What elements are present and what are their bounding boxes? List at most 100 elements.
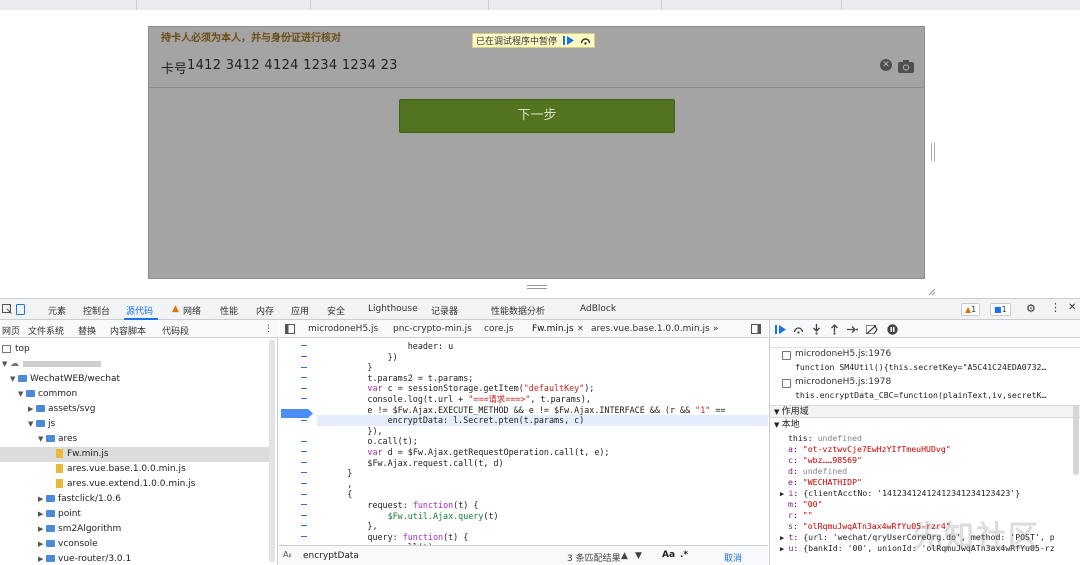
device-toolbar-icon[interactable] [16, 304, 25, 318]
tab-adblock[interactable]: AdBlock [580, 304, 616, 314]
inspect-icon[interactable] [2, 304, 12, 317]
next-step-button[interactable]: 下一步 [399, 99, 675, 133]
tree-item-ares-vue-base[interactable]: ares.vue.base.1.0.0.min.js [0, 462, 270, 477]
code-line: }), [317, 425, 383, 436]
pause-on-exceptions-icon[interactable] [886, 323, 898, 335]
close-icon[interactable]: ✕ [1068, 302, 1076, 313]
scope-var-d[interactable]: d: undefined [788, 466, 847, 477]
breakpoint-checkbox[interactable] [782, 351, 791, 360]
more-tabs-icon[interactable]: » [713, 324, 719, 334]
tree-item-fastclick[interactable]: ▶ fastclick/1.0.6 [0, 492, 270, 507]
more-options-icon[interactable]: ⋮ [1050, 301, 1061, 314]
scope-var-e[interactable]: e: "WECHATHIDP" [788, 477, 862, 488]
tab-memory[interactable]: 内存 [256, 304, 274, 317]
toggle-navigator-icon[interactable] [285, 324, 295, 337]
tree-item-ares[interactable]: ▼ ares [0, 432, 270, 447]
code-line: { [317, 489, 353, 500]
debugger-scrollbar[interactable] [1073, 405, 1079, 475]
more-options-icon[interactable]: ⋮ [264, 324, 273, 334]
tab-network[interactable]: 网络 [183, 304, 201, 317]
tab-application[interactable]: 应用 [291, 304, 309, 317]
tree-item-origin[interactable]: ▼ ☁ [0, 357, 270, 372]
scope-var-r[interactable]: r: "" [788, 510, 813, 521]
toggle-debugger-icon[interactable] [751, 324, 761, 337]
clear-icon[interactable]: ✕ [880, 59, 892, 71]
cancel-search-button[interactable]: 取消 [724, 551, 742, 564]
tab-console[interactable]: 控制台 [83, 304, 110, 317]
viewport-resize-handle[interactable] [931, 143, 935, 161]
tree-item-point[interactable]: ▶ point [0, 507, 270, 522]
message-icon: ■ [994, 305, 1002, 314]
tab-security[interactable]: 安全 [327, 304, 345, 317]
tab-performance[interactable]: 性能 [220, 304, 238, 317]
tree-item-sm2algorithm[interactable]: ▶ sm2Algorithm [0, 522, 270, 537]
match-case-button[interactable]: Aa [662, 550, 675, 560]
step-icon[interactable] [846, 323, 858, 335]
settings-gear-icon[interactable]: ⚙ [1026, 302, 1036, 315]
editor-tab-pnc-crypto[interactable]: pnc-crypto-min.js [393, 324, 472, 334]
editor-tab-fw-min[interactable]: Fw.min.js [532, 324, 574, 334]
step-over-icon[interactable] [792, 323, 804, 335]
nav-tab-filesystem[interactable]: 文件系统 [28, 324, 64, 337]
info-count-badge[interactable]: ■1 [990, 303, 1011, 316]
line-gutter[interactable] [279, 339, 313, 545]
editor-tab-microdoneh5[interactable]: microdoneH5.js [308, 324, 378, 334]
card-number-row[interactable]: 卡号 1412 3412 4124 1234 1234 23 ✕ [149, 51, 924, 88]
tree-item-top[interactable]: top [0, 342, 270, 357]
tree-item-vue-router[interactable]: ▶ vue-router/3.0.1 [0, 552, 270, 565]
resize-corner-icon[interactable] [928, 281, 936, 296]
search-input[interactable] [303, 549, 563, 563]
breakpoint-item[interactable]: microdoneH5.js:1978 this.encryptData_CBC… [770, 376, 1080, 404]
replace-toggle-icon[interactable]: Aᵦ [283, 550, 292, 559]
nav-tab-page[interactable]: 网页 [2, 324, 20, 337]
breakpoint-checkbox[interactable] [782, 379, 791, 388]
regex-button[interactable]: .* [680, 550, 688, 560]
source-code[interactable]: header: u }) } t.params2 = t.params; var… [317, 339, 768, 545]
step-over-icon[interactable] [579, 36, 591, 46]
scope-var-this[interactable]: this: undefined [788, 433, 862, 444]
nav-tab-overrides[interactable]: 替换 [78, 324, 96, 337]
nav-tab-content-scripts[interactable]: 内容脚本 [110, 324, 146, 337]
deactivate-breakpoints-icon[interactable] [866, 323, 878, 335]
tree-item-vconsole[interactable]: ▶ vconsole [0, 537, 270, 552]
expand-arrow-icon: ▼ [2, 360, 8, 368]
scope-var-i[interactable]: ▶ i: {clientAcctNo: '1412341241241234123… [780, 488, 1020, 499]
breakpoint-item[interactable]: microdoneH5.js:1976 function SM4Util(){t… [770, 348, 1080, 376]
next-match-icon[interactable]: ▼ [635, 551, 642, 561]
code-editor: microdoneH5.js pnc-crypto-min.js core.js… [279, 320, 768, 565]
tree-item-js[interactable]: ▼ js [0, 417, 270, 432]
scope-var-a[interactable]: a: "ot-vztwvCje7EwHzYIfTmeuHUDvg" [788, 444, 951, 455]
tab-lighthouse[interactable]: Lighthouse [368, 304, 418, 314]
folder-icon [46, 510, 55, 517]
expand-arrow-icon: ▼ [38, 435, 44, 443]
resume-icon[interactable] [774, 323, 786, 335]
camera-icon[interactable] [898, 58, 914, 73]
tree-item-assets-svg[interactable]: ▶ assets/svg [0, 402, 270, 417]
close-tab-icon[interactable]: ✕ [577, 324, 584, 333]
scope-var-m[interactable]: m: "00" [788, 499, 823, 510]
previous-match-icon[interactable]: ▲ [621, 551, 628, 561]
tree-item-ares-vue-extend[interactable]: ares.vue.extend.1.0.0.min.js [0, 477, 270, 492]
card-number-input[interactable]: 1412 3412 4124 1234 1234 23 [187, 58, 398, 73]
local-scope-header[interactable]: ▼ 本地 [774, 420, 800, 431]
editor-tab-core[interactable]: core.js [484, 324, 514, 334]
tab-elements[interactable]: 元素 [48, 304, 66, 317]
scope-var-c[interactable]: c: "wbz……98569" [788, 455, 862, 466]
tree-item-fw-min-js[interactable]: Fw.min.js [0, 447, 270, 462]
step-out-icon[interactable] [828, 323, 840, 335]
editor-tab-ares-vue-base[interactable]: ares.vue.base.1.0.0.min.js [591, 324, 710, 334]
tree-item-wechatweb[interactable]: ▼ WechatWEB/wechat [0, 372, 270, 387]
navigator-scrollbar[interactable] [269, 340, 275, 562]
scope-section-header[interactable]: ▼ 作用域 [770, 405, 1080, 418]
paused-line-marker[interactable] [281, 409, 313, 418]
resume-icon[interactable] [562, 36, 574, 46]
nav-tab-snippets[interactable]: 代码段 [162, 324, 189, 337]
tab-performance-insights[interactable]: 性能数据分析 [491, 304, 545, 317]
tab-sources[interactable]: 源代码 [126, 304, 153, 317]
tree-item-label: vconsole [58, 539, 98, 549]
tree-item-common[interactable]: ▼ common [0, 387, 270, 402]
viewport-height-handle[interactable] [527, 285, 547, 289]
tab-recorder[interactable]: 记录器 [431, 304, 458, 317]
step-into-icon[interactable] [810, 323, 822, 335]
warning-count-badge[interactable]: ▲1 [961, 303, 981, 316]
